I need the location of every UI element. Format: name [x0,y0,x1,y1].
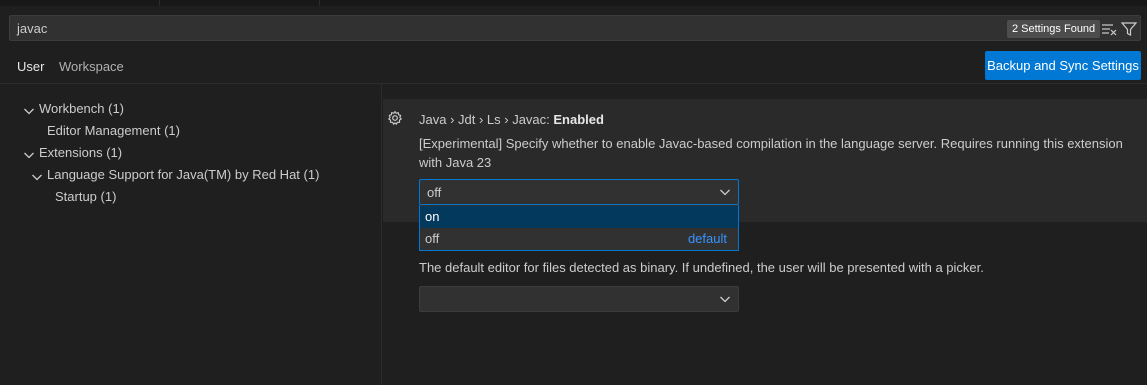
sash-divider[interactable] [381,84,382,385]
setting-name: Enabled [553,112,604,127]
search-input[interactable]: javac [17,21,47,36]
select-value: off [427,185,442,200]
tree-item-startup[interactable]: Startup (1) [55,186,116,208]
tab-divider [0,83,1147,84]
setting-description-binary-editor: The default editor for files detected as… [419,260,984,275]
option-label: off [425,231,440,246]
select-dropdown-list: on off default [419,205,739,251]
tree-item-label: Workbench (1) [39,101,125,116]
dropdown-option-on[interactable]: on [420,206,738,228]
setting-title: Java › Jdt › Ls › Javac: Enabled [419,112,604,127]
settings-search-box[interactable]: javac 2 Settings Found [9,15,1141,41]
clear-filter-icon[interactable] [1100,20,1118,38]
tree-item-label: Extensions (1) [39,145,123,160]
gear-icon[interactable] [387,110,403,126]
filter-icon[interactable] [1120,20,1138,38]
tab-user[interactable]: User [9,58,49,84]
tree-item-editor-management[interactable]: Editor Management (1) [47,120,180,142]
chevron-down-icon [30,169,44,183]
default-tag: default [687,231,727,246]
setting-breadcrumb: Java › Jdt › Ls › Javac: [419,112,554,127]
tree-item-workbench[interactable]: Workbench (1) [22,98,124,120]
tree-item-label: Startup (1) [55,189,117,204]
chevron-down-icon [717,291,733,307]
option-label: on [425,209,440,224]
dropdown-option-off[interactable]: off default [420,228,738,250]
tree-item-label: Editor Management (1) [47,123,180,138]
binary-editor-select[interactable] [419,286,739,312]
editor-tab-strip [0,0,160,6]
top-strip [0,0,1147,6]
tree-item-label: Language Support for Java(TM) by Red Hat… [47,167,320,182]
tab-workspace[interactable]: Workspace [59,58,134,84]
tree-item-java-language-support[interactable]: Language Support for Java(TM) by Red Hat… [30,164,319,186]
results-count-badge: 2 Settings Found [1007,20,1101,38]
chevron-down-icon [22,103,36,117]
setting-description: [Experimental] Specify whether to enable… [419,136,1123,170]
chevron-down-icon [717,184,733,200]
javac-enabled-select[interactable]: off [419,179,739,205]
backup-sync-button[interactable]: Backup and Sync Settings [985,51,1141,80]
editor-tab-strip [160,0,320,6]
tree-item-extensions[interactable]: Extensions (1) [22,142,122,164]
chevron-down-icon [22,147,36,161]
